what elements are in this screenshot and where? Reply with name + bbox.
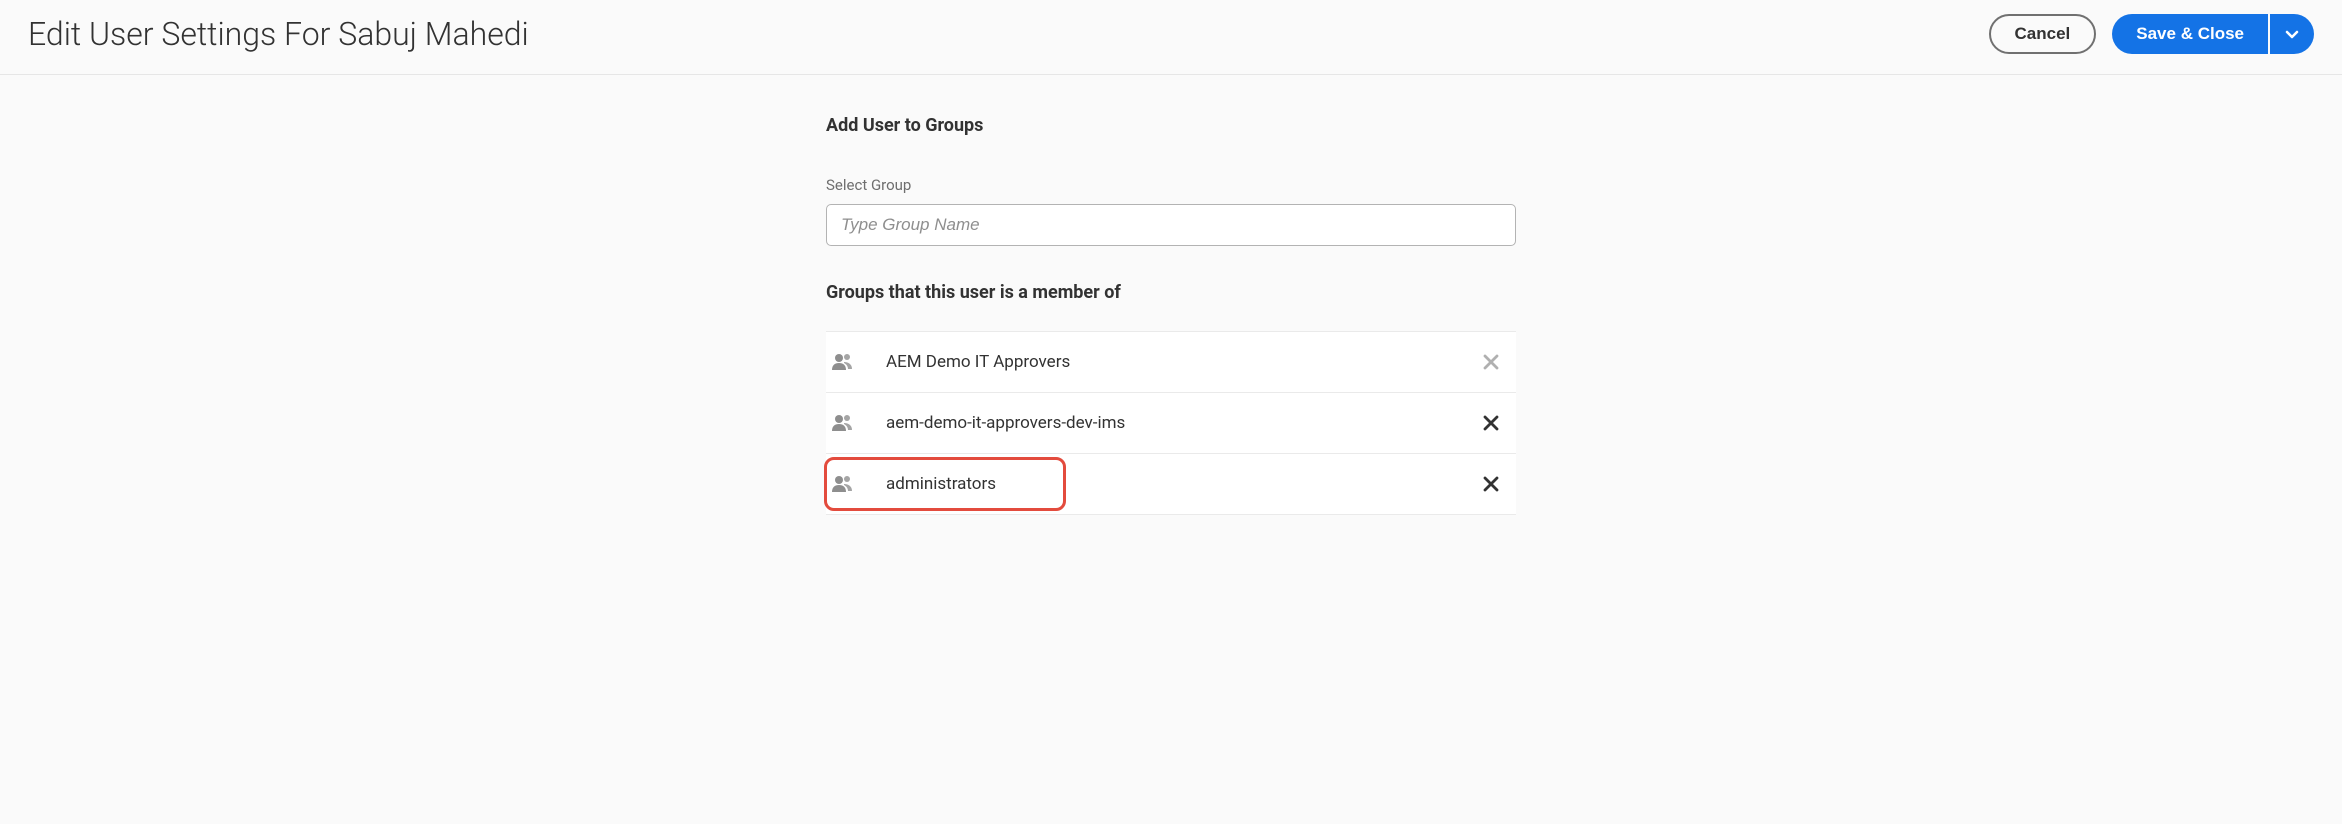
- group-name-label: administrators: [886, 474, 1466, 494]
- remove-group-button[interactable]: [1466, 353, 1516, 371]
- remove-group-button[interactable]: [1466, 414, 1516, 432]
- group-row[interactable]: administrators: [826, 454, 1516, 515]
- add-user-to-groups-heading: Add User to Groups: [826, 115, 1516, 136]
- member-of-heading: Groups that this user is a member of: [826, 282, 1516, 303]
- group-icon: [826, 472, 886, 496]
- form-area: Add User to Groups Select Group Groups t…: [826, 115, 1516, 515]
- group-icon: [826, 350, 886, 374]
- cancel-button[interactable]: Cancel: [1989, 14, 2097, 54]
- group-list: AEM Demo IT Approvers aem-demo-it-approv…: [826, 331, 1516, 515]
- group-row[interactable]: aem-demo-it-approvers-dev-ims: [826, 393, 1516, 454]
- close-icon: [1482, 353, 1500, 371]
- save-button-group: Save & Close: [2112, 14, 2314, 54]
- save-dropdown-button[interactable]: [2270, 14, 2314, 54]
- group-name-label: aem-demo-it-approvers-dev-ims: [886, 413, 1466, 433]
- select-group-label: Select Group: [826, 176, 1516, 194]
- header-actions: Cancel Save & Close: [1989, 14, 2314, 54]
- close-icon: [1482, 414, 1500, 432]
- page-title: Edit User Settings For Sabuj Mahedi: [28, 15, 529, 53]
- group-name-label: AEM Demo IT Approvers: [886, 352, 1466, 372]
- remove-group-button[interactable]: [1466, 475, 1516, 493]
- close-icon: [1482, 475, 1500, 493]
- page-header: Edit User Settings For Sabuj Mahedi Canc…: [0, 0, 2342, 75]
- group-icon: [826, 411, 886, 435]
- main-content: Add User to Groups Select Group Groups t…: [0, 75, 2342, 515]
- chevron-down-icon: [2284, 26, 2300, 42]
- save-close-button[interactable]: Save & Close: [2112, 14, 2268, 54]
- group-name-input[interactable]: [826, 204, 1516, 246]
- group-row[interactable]: AEM Demo IT Approvers: [826, 332, 1516, 393]
